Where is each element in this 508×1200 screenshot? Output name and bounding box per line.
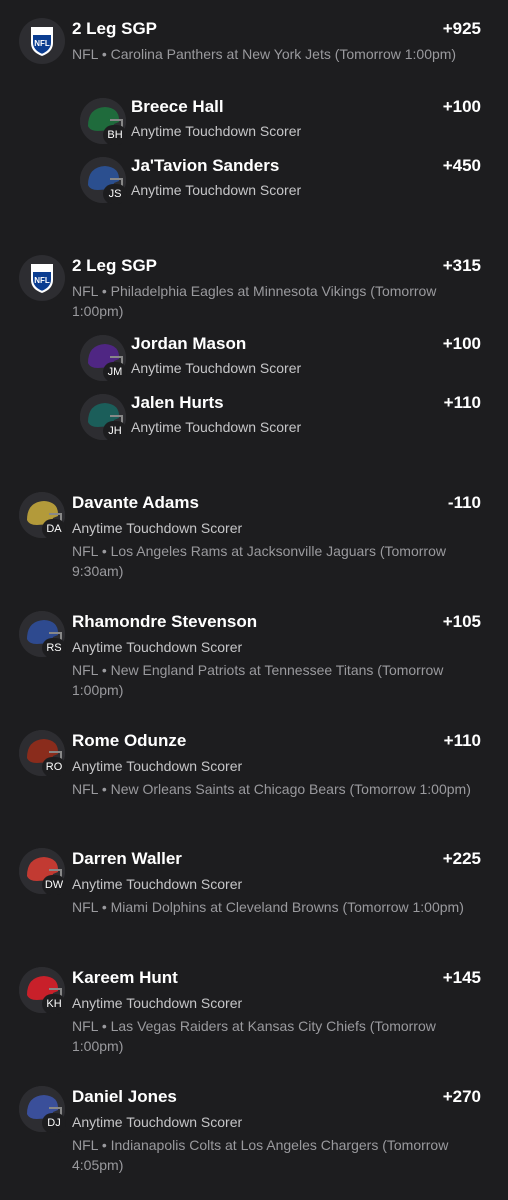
bet-odds: +105 xyxy=(442,612,481,631)
player-initials: DJ xyxy=(42,1113,66,1133)
nfl-shield-icon: NFL xyxy=(19,18,65,64)
player-helmet-avatar: DW xyxy=(19,848,66,895)
single-bet-card[interactable]: DJ Daniel Jones +270 Anytime Touchdown S… xyxy=(0,1068,508,1178)
bet-market: Anytime Touchdown Scorer xyxy=(72,520,243,536)
player-helmet-avatar: RO xyxy=(19,730,66,777)
leg-market: Anytime Touchdown Scorer xyxy=(131,419,302,435)
bet-market: Anytime Touchdown Scorer xyxy=(72,876,243,892)
player-initials: BH xyxy=(103,125,127,145)
player-helmet-avatar: RS xyxy=(19,611,66,658)
leg-market: Anytime Touchdown Scorer xyxy=(131,182,302,198)
game-desc: NFL • New England Patriots at Tennessee … xyxy=(72,662,444,698)
game-desc: NFL • Miami Dolphins at Cleveland Browns… xyxy=(72,899,464,915)
bet-market: Anytime Touchdown Scorer xyxy=(72,995,243,1011)
parlay-odds: +925 xyxy=(442,19,481,38)
bet-odds: +145 xyxy=(442,968,481,987)
player-initials: JS xyxy=(103,184,127,204)
parlay-odds: +315 xyxy=(442,256,481,275)
player-helmet-avatar: DJ xyxy=(19,1086,66,1133)
parlay-card[interactable]: NFL 2 Leg SGP +315 NFL • Philadelphia Ea… xyxy=(0,237,508,452)
svg-text:NFL: NFL xyxy=(34,39,50,48)
single-bet-card[interactable]: RS Rhamondre Stevenson +105 Anytime Touc… xyxy=(0,593,508,703)
player-helmet-avatar: KH xyxy=(19,967,66,1014)
bet-odds: +225 xyxy=(442,849,481,868)
leg-odds: +100 xyxy=(442,334,481,353)
single-bet-card[interactable]: DW Darren Waller +225 Anytime Touchdown … xyxy=(0,830,508,940)
game-desc: NFL • Las Vegas Raiders at Kansas City C… xyxy=(72,1018,436,1054)
parlay-title: 2 Leg SGP xyxy=(72,19,158,38)
player-name: Rhamondre Stevenson xyxy=(72,612,258,631)
bet-odds: +110 xyxy=(443,731,481,750)
bet-market: Anytime Touchdown Scorer xyxy=(72,1114,243,1130)
nfl-shield-icon: NFL xyxy=(19,255,65,301)
player-initials: RO xyxy=(42,757,66,777)
leg-player-name: Jordan Mason xyxy=(131,334,247,353)
player-initials: DW xyxy=(42,875,66,895)
bet-odds: -110 xyxy=(447,493,481,512)
player-name: Daniel Jones xyxy=(72,1087,177,1106)
leg-odds: +110 xyxy=(443,393,481,412)
single-bet-card[interactable]: KH Kareem Hunt +145 Anytime Touchdown Sc… xyxy=(0,949,508,1059)
player-helmet-avatar: JM xyxy=(80,335,127,382)
game-desc: NFL • Los Angeles Rams at Jacksonville J… xyxy=(72,543,446,579)
player-name: Rome Odunze xyxy=(72,731,187,750)
leg-market: Anytime Touchdown Scorer xyxy=(131,123,302,139)
parlay-title: 2 Leg SGP xyxy=(72,256,158,275)
leg-player-name: Breece Hall xyxy=(131,97,224,116)
bet-odds: +270 xyxy=(442,1087,481,1106)
parlay-game-desc: NFL • Philadelphia Eagles at Minnesota V… xyxy=(72,283,437,319)
leg-odds: +100 xyxy=(442,97,481,116)
game-desc: NFL • New Orleans Saints at Chicago Bear… xyxy=(72,781,471,797)
player-name: Davante Adams xyxy=(72,493,199,512)
leg-player-name: Jalen Hurts xyxy=(131,393,224,412)
leg-market: Anytime Touchdown Scorer xyxy=(131,360,302,376)
player-initials: RS xyxy=(42,638,66,658)
single-bet-card[interactable]: RO Rome Odunze +110 Anytime Touchdown Sc… xyxy=(0,712,508,822)
player-name: Darren Waller xyxy=(72,849,182,868)
player-initials: KH xyxy=(42,994,66,1014)
bet-market: Anytime Touchdown Scorer xyxy=(72,639,243,655)
leg-odds: +450 xyxy=(442,156,481,175)
player-initials: DA xyxy=(42,519,66,539)
player-initials: JH xyxy=(103,421,127,441)
player-initials: JM xyxy=(103,362,127,382)
game-desc: NFL • Indianapolis Colts at Los Angeles … xyxy=(72,1137,449,1173)
player-name: Kareem Hunt xyxy=(72,968,178,987)
player-helmet-avatar: JS xyxy=(80,157,127,204)
bet-market: Anytime Touchdown Scorer xyxy=(72,758,243,774)
single-bet-card[interactable]: DA Davante Adams -110 Anytime Touchdown … xyxy=(0,474,508,584)
svg-text:NFL: NFL xyxy=(34,276,50,285)
leg-player-name: Ja'Tavion Sanders xyxy=(131,156,280,175)
parlay-card[interactable]: NFL 2 Leg SGP +925 NFL • Carolina Panthe… xyxy=(0,0,508,215)
parlay-game-desc: NFL • Carolina Panthers at New York Jets… xyxy=(72,46,457,62)
player-helmet-avatar: JH xyxy=(80,394,127,441)
player-helmet-avatar: BH xyxy=(80,98,127,145)
player-helmet-avatar: DA xyxy=(19,492,66,539)
